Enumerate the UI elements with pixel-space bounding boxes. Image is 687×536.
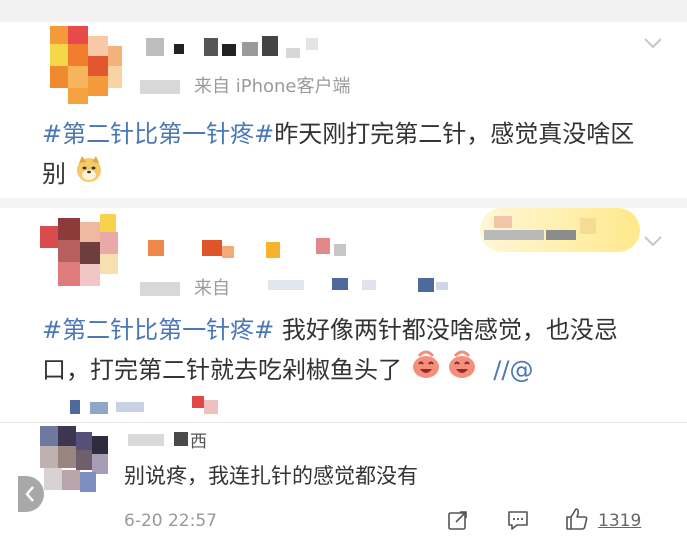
- post-source: 来自: [140, 274, 230, 300]
- divider: [0, 422, 687, 423]
- hashtag-link[interactable]: #第二针比第一针疼#: [42, 316, 274, 344]
- laughing-emoji-icon: [410, 350, 442, 392]
- blurred-time: [140, 282, 180, 296]
- chevron-down-icon[interactable]: [642, 230, 664, 252]
- doge-emoji-icon: [74, 154, 104, 196]
- post-body: #第二针比第一针疼# 我好像两针都没啥感觉，也没忌口，打完第二针就去吃剁椒鱼头了…: [42, 310, 642, 392]
- avatar[interactable]: [46, 22, 126, 104]
- back-button[interactable]: [18, 476, 44, 512]
- top-separator: [0, 0, 687, 22]
- avatar[interactable]: [40, 426, 110, 492]
- comment-icon[interactable]: [506, 508, 530, 532]
- section-divider: [0, 198, 687, 208]
- username[interactable]: [146, 34, 326, 62]
- share-icon[interactable]: [446, 508, 470, 532]
- hashtag-link[interactable]: #第二针比第一针疼#: [42, 120, 274, 148]
- repost-user[interactable]: [60, 394, 240, 416]
- chevron-down-icon[interactable]: [642, 32, 664, 54]
- username[interactable]: [140, 236, 360, 262]
- avatar[interactable]: [40, 212, 122, 292]
- comment-time: 6-20 22:57: [124, 511, 217, 531]
- laughing-emoji-icon: [446, 350, 478, 392]
- blurred-time: [140, 80, 180, 94]
- blurred-meta: [262, 276, 462, 292]
- username-suffix: 西: [190, 432, 207, 452]
- sticker-mosaic: [480, 214, 600, 244]
- comment-text: 别说疼，我连扎针的感觉都没有: [124, 464, 418, 488]
- like-count[interactable]: 1319: [598, 511, 641, 531]
- back-arrow-icon: [25, 486, 34, 502]
- comment-username[interactable]: 西: [128, 428, 248, 452]
- post-body: #第二针比第一针疼#昨天刚打完第二针，感觉真没啥区别: [42, 114, 642, 196]
- like-icon[interactable]: [564, 506, 590, 532]
- post-source: 来自 iPhone客户端: [140, 72, 350, 98]
- repost-mention-link[interactable]: //@: [493, 356, 533, 384]
